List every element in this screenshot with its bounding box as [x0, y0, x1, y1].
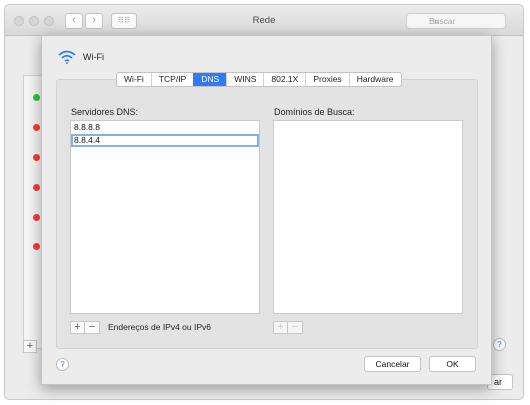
search-field[interactable]: ⌕ Buscar [406, 13, 506, 29]
tab-hardware[interactable]: Hardware [348, 73, 401, 86]
interface-header: Wi-Fi [57, 49, 104, 65]
add-dns-button[interactable]: + [70, 321, 85, 334]
search-icon: ⌕ [434, 16, 440, 26]
dns-server-entry[interactable]: 8.8.8.8 [71, 121, 259, 134]
search-domains-list[interactable] [273, 120, 463, 314]
add-service-button[interactable]: + [23, 340, 37, 353]
dns-address-hint: Endereços de IPv4 ou IPv6 [108, 322, 212, 332]
status-inactive-icon [33, 154, 40, 161]
cancel-button[interactable]: Cancelar [364, 356, 421, 372]
domain-add-remove-control: + − [273, 321, 303, 334]
dns-server-entry-editing[interactable]: 8.8.4.4 [71, 134, 259, 147]
ok-button[interactable]: OK [429, 356, 476, 372]
status-inactive-icon [33, 243, 40, 250]
dns-servers-list[interactable]: 8.8.8.8 8.8.4.4 [70, 120, 260, 314]
tab-dns[interactable]: DNS [193, 73, 227, 86]
title-bar: ‹ › ⠿⠿ Rede ⌕ Buscar [5, 5, 523, 36]
help-button[interactable]: ? [56, 358, 69, 371]
dns-add-remove-control: + − [70, 321, 100, 334]
tab-wifi[interactable]: Wi-Fi [117, 73, 151, 86]
interface-name: Wi-Fi [83, 52, 104, 62]
dns-servers-label: Servidores DNS: [71, 107, 139, 117]
status-inactive-icon [33, 124, 40, 131]
settings-tabs: Wi-Fi TCP/IP DNS WINS 802.1X Proxies Har… [116, 72, 402, 87]
tab-wins[interactable]: WINS [226, 73, 263, 86]
tab-8021x[interactable]: 802.1X [263, 73, 305, 86]
tab-proxies[interactable]: Proxies [305, 73, 348, 86]
add-domain-button[interactable]: + [273, 321, 288, 334]
background-help-button[interactable]: ? [493, 338, 506, 351]
tab-tcpip[interactable]: TCP/IP [150, 73, 193, 86]
search-placeholder: Buscar [429, 16, 456, 26]
wifi-icon [58, 50, 76, 65]
status-inactive-icon [33, 214, 40, 221]
advanced-settings-sheet: Wi-Fi Wi-Fi TCP/IP DNS WINS 802.1X Proxi… [41, 35, 492, 385]
status-inactive-icon [33, 184, 40, 191]
status-connected-icon [33, 94, 40, 101]
remove-dns-button[interactable]: − [85, 321, 100, 334]
remove-domain-button[interactable]: − [288, 321, 303, 334]
search-domains-label: Domínios de Busca: [274, 107, 355, 117]
